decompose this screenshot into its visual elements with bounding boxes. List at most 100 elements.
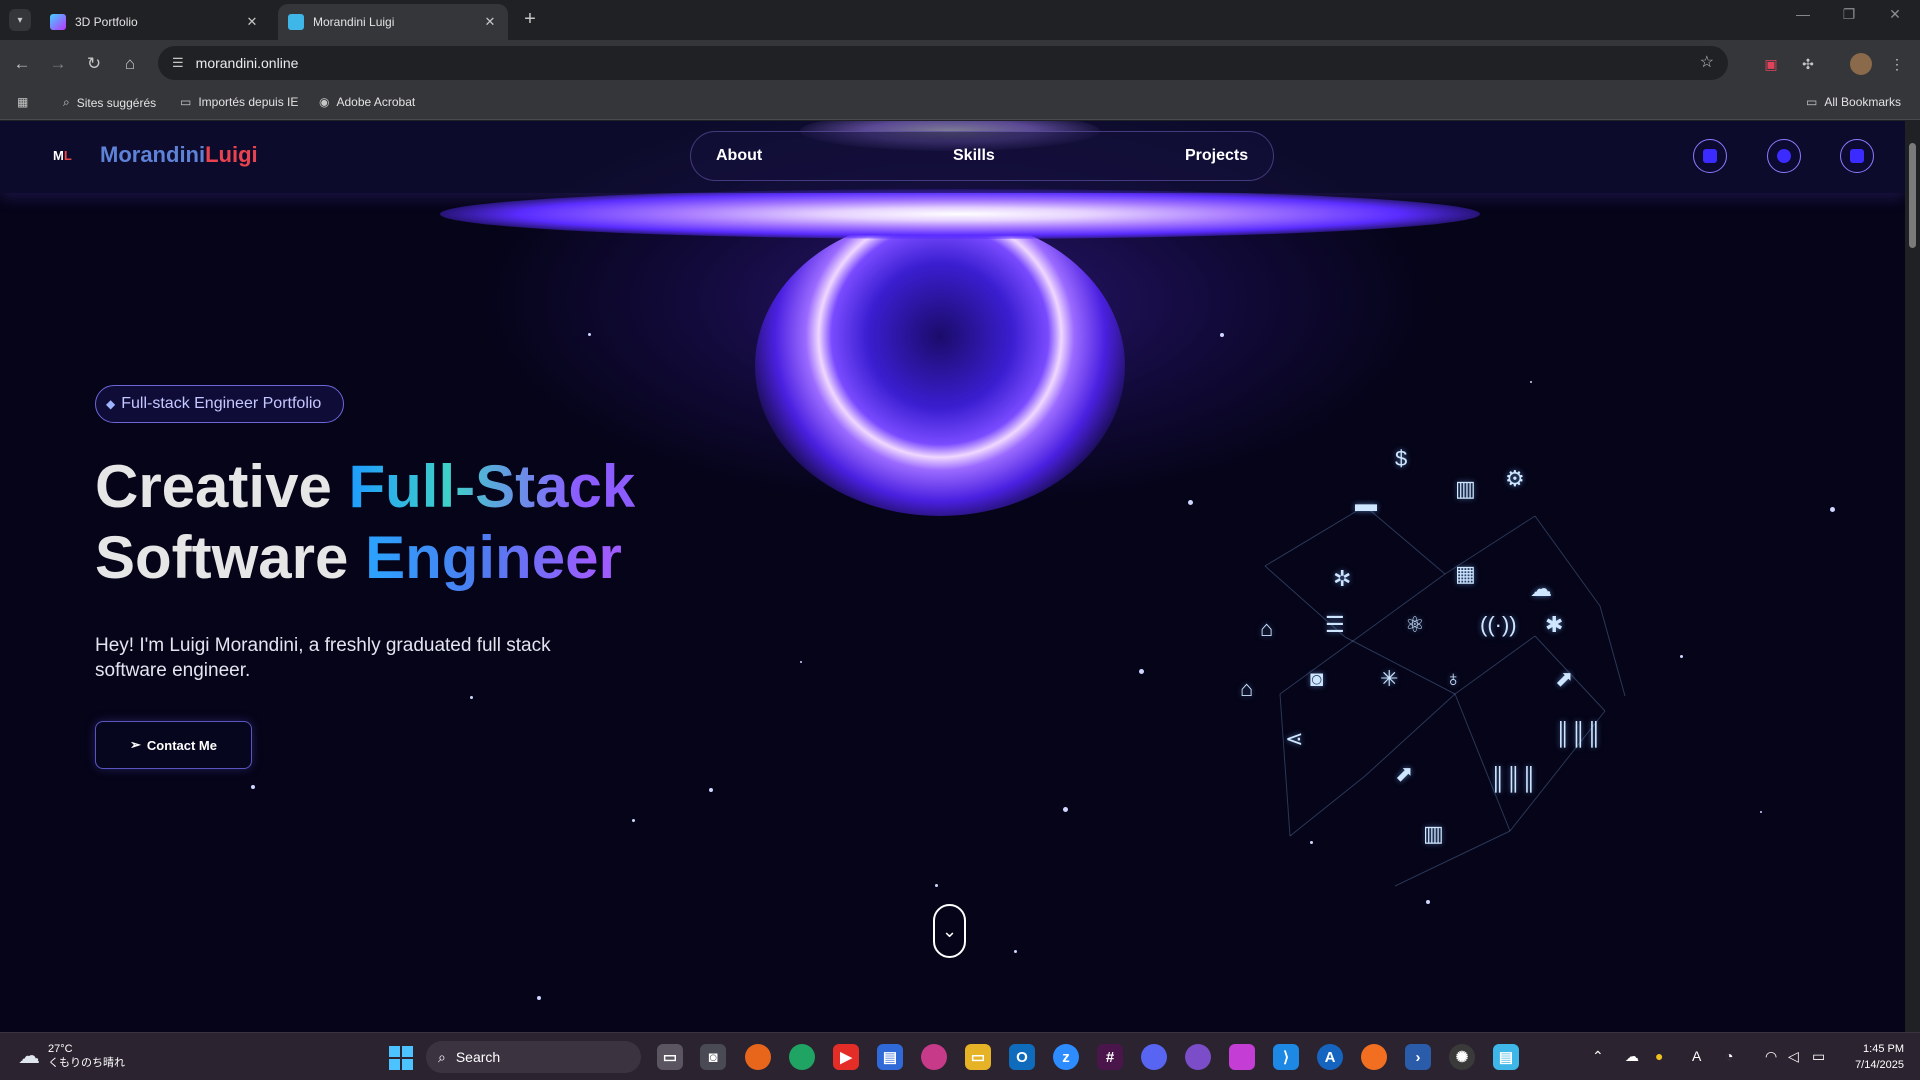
taskbar-search[interactable]: ⌕ Search	[426, 1041, 641, 1073]
linkedin-icon[interactable]	[1840, 139, 1874, 173]
address-bar[interactable]: ☰ morandini.online ☆	[158, 46, 1728, 80]
forward-icon[interactable]: →	[46, 52, 70, 76]
weather-desc: くもりのち晴れ	[48, 1057, 125, 1069]
barcode-icon: ║║║	[1555, 721, 1602, 746]
close-window-icon[interactable]: ✕	[1872, 6, 1918, 23]
clock-app-icon[interactable]: ◔	[1725, 1048, 1733, 1064]
close-tab-icon[interactable]: ✕	[482, 14, 498, 30]
gear-icon: ⚙	[1505, 466, 1525, 491]
firefox-icon[interactable]	[745, 1044, 771, 1070]
battery-icon[interactable]: ▭	[1812, 1048, 1825, 1065]
tech-icon-globe: $ ▥ ▬ ⚙ ✲ ▦ ☁ ⌂ ☰ ⚛ ((·)) ✱ ⌂ ◙ ✳ ♁ ⬈ ⋖ …	[1205, 426, 1705, 946]
windows-taskbar: ☁ 27°C くもりのち晴れ ⌕ Search ▭ ◙ ▶ ▤ ▭ O z # …	[0, 1032, 1920, 1080]
discord-icon[interactable]	[1141, 1044, 1167, 1070]
color-app-icon[interactable]	[921, 1044, 947, 1070]
camera-icon: ◙	[1310, 666, 1324, 691]
weather-temp: 27°C	[48, 1043, 73, 1055]
zoom-icon[interactable]: z	[1053, 1044, 1079, 1070]
brand-name[interactable]: MorandiniLuigi	[100, 142, 258, 168]
tab-strip: ▾ 3D Portfolio ✕ Morandini Luigi ✕ + — ❐…	[0, 0, 1920, 40]
send-icon: ➢	[130, 737, 141, 752]
bookmark-star-icon[interactable]: ☆	[1700, 52, 1714, 72]
close-tab-icon[interactable]: ✕	[244, 14, 260, 30]
tab-title: 3D Portfolio	[75, 15, 138, 29]
file-explorer-icon[interactable]: ▭	[965, 1044, 991, 1070]
postman-icon[interactable]	[1361, 1044, 1387, 1070]
slack-icon[interactable]: #	[1097, 1044, 1123, 1070]
tab-title: Morandini Luigi	[313, 15, 395, 29]
contact-me-button[interactable]: ➢ Contact Me	[95, 721, 252, 769]
camera-app-icon[interactable]: ◙	[700, 1044, 726, 1070]
store-icon[interactable]: ▤	[877, 1044, 903, 1070]
extensions-icon[interactable]: ✣	[1797, 53, 1819, 75]
home-icon[interactable]: ⌂	[118, 52, 142, 76]
badge-label: Full-stack Engineer Portfolio	[121, 395, 322, 412]
nav-menu: About Skills Projects	[690, 131, 1274, 181]
hero-title: Creative Full-Stack Software Engineer	[95, 451, 635, 593]
notification-app-icon[interactable]: ●	[1655, 1048, 1663, 1064]
bookmark-importes-depuis-ie[interactable]: ▭ Importés depuis IE	[180, 95, 298, 109]
nav-skills[interactable]: Skills	[953, 147, 995, 165]
chatgpt-icon[interactable]: ✺	[1449, 1044, 1475, 1070]
new-tab-button[interactable]: +	[518, 8, 542, 31]
menu-icon[interactable]: ⋮	[1886, 53, 1908, 75]
tab-morandini-luigi[interactable]: Morandini Luigi ✕	[278, 4, 508, 40]
outlook-icon[interactable]: O	[1009, 1044, 1035, 1070]
site-info-icon[interactable]: ☰	[172, 55, 184, 71]
ime-indicator[interactable]: A	[1692, 1048, 1701, 1064]
notepad-icon[interactable]: ▤	[1493, 1044, 1519, 1070]
hero-line1-accent: Full-Stack	[348, 453, 636, 520]
bookmark-sites-suggeres[interactable]: ⌕ Sites suggérés	[63, 95, 156, 110]
time: 1:45 PM	[1863, 1043, 1904, 1055]
hero-line2-accent: Engineer	[365, 524, 622, 591]
document-icon[interactable]	[1693, 139, 1727, 173]
system-clock[interactable]: 1:45 PM 7/14/2025	[1855, 1041, 1904, 1073]
chart-icon: ⬈	[1555, 666, 1574, 691]
powershell-icon[interactable]: ›	[1405, 1044, 1431, 1070]
cloud-icon: ☁	[18, 1043, 40, 1068]
copilot-icon[interactable]	[1229, 1044, 1255, 1070]
chrome-icon[interactable]	[789, 1044, 815, 1070]
logo-mark[interactable]: ML	[53, 148, 72, 163]
building-icon: ▥	[1455, 476, 1476, 501]
nav-projects[interactable]: Projects	[1185, 147, 1248, 165]
github-desktop-icon[interactable]	[1185, 1044, 1211, 1070]
onedrive-icon[interactable]: ☁	[1625, 1048, 1639, 1065]
all-bookmarks[interactable]: ▭ All Bookmarks	[1806, 95, 1901, 109]
restore-icon[interactable]: ❐	[1826, 6, 1872, 23]
url-text[interactable]: morandini.online	[196, 55, 299, 71]
bookmark-adobe-acrobat[interactable]: ◉ Adobe Acrobat	[319, 95, 415, 109]
building-icon: ▥	[1423, 821, 1444, 846]
minimize-icon[interactable]: —	[1780, 6, 1826, 22]
bookmark-label: Importés depuis IE	[198, 95, 299, 109]
scrollbar-thumb[interactable]	[1909, 143, 1916, 248]
back-icon[interactable]: ←	[10, 52, 34, 76]
search-label: Search	[455, 1049, 501, 1065]
intro-text: Hey! I'm Luigi Morandini, a freshly grad…	[95, 635, 551, 681]
youtube-icon[interactable]: ▶	[833, 1044, 859, 1070]
github-icon[interactable]	[1767, 139, 1801, 173]
wifi-icon[interactable]: ◠	[1765, 1048, 1777, 1065]
scroll-down-button[interactable]: ⌄	[933, 904, 966, 958]
nav-about[interactable]: About	[716, 147, 762, 165]
network-node-icon: ✲	[1333, 566, 1352, 591]
folder-icon: ▭	[1806, 95, 1818, 109]
show-hidden-icons-icon[interactable]: ⌃	[1592, 1048, 1604, 1065]
reload-icon[interactable]: ↻	[82, 52, 106, 76]
start-icon[interactable]	[389, 1046, 413, 1070]
page-scrollbar[interactable]	[1905, 121, 1920, 1032]
pocket-extension-icon[interactable]: ▣	[1760, 53, 1782, 75]
tab-3d-portfolio[interactable]: 3D Portfolio ✕	[40, 4, 270, 40]
profile-avatar[interactable]	[1850, 53, 1872, 75]
vscode-icon[interactable]: ⟩	[1273, 1044, 1299, 1070]
bookmark-label: Sites suggérés	[76, 95, 157, 110]
tab-search-button[interactable]: ▾	[9, 9, 31, 31]
app-store-icon[interactable]: A	[1317, 1044, 1343, 1070]
task-view-icon[interactable]: ▭	[657, 1044, 683, 1070]
hero-line2-plain: Software	[95, 524, 366, 591]
apps-icon[interactable]: ▦	[17, 95, 28, 109]
browser-toolbar: ← → ↻ ⌂ ☰ morandini.online ☆ ▣ ✣ ⋮	[0, 40, 1920, 86]
volume-icon[interactable]: ◁	[1788, 1048, 1799, 1065]
weather-widget[interactable]: ☁ 27°C くもりのち晴れ	[18, 1042, 125, 1070]
site-navbar: ML MorandiniLuigi About Skills Projects	[0, 121, 1905, 193]
